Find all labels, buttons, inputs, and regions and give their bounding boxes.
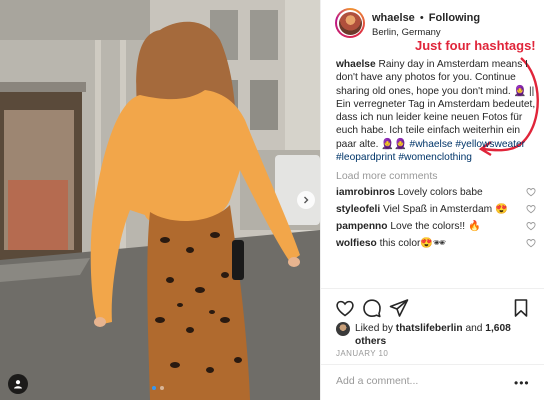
user-tag-icon bbox=[14, 380, 22, 389]
hashtag-link[interactable]: #whaelse bbox=[410, 139, 453, 150]
annotation-text: Just four hashtags! bbox=[415, 38, 536, 53]
photo-scene bbox=[0, 0, 320, 400]
comment-text: Lovely colors babe bbox=[397, 187, 483, 198]
comment-username[interactable]: styleofeli bbox=[336, 204, 380, 215]
comment-heart-icon[interactable] bbox=[526, 187, 536, 197]
comment-text: Love the colors!! 🔥 bbox=[390, 221, 481, 232]
caption-username[interactable]: whaelse bbox=[336, 59, 376, 70]
share-icon[interactable] bbox=[389, 298, 409, 318]
section-divider bbox=[321, 364, 544, 365]
header-user-line: whaelse • Following bbox=[372, 12, 480, 24]
carousel-dot-active bbox=[152, 386, 156, 390]
likes-summary: Liked by thatslifeberlin and 1,608 other… bbox=[336, 320, 536, 348]
heart-icon[interactable] bbox=[335, 298, 355, 318]
likes-first-user[interactable]: thatslifeberlin bbox=[396, 323, 463, 334]
section-divider bbox=[321, 288, 544, 289]
post-caption: whaelse Rainy day in Amsterdam means I d… bbox=[336, 58, 536, 164]
comment-text: Viel Spaß in Amsterdam 😍 bbox=[383, 204, 508, 215]
more-options-button[interactable]: ••• bbox=[514, 376, 530, 390]
post-date[interactable]: JANUARY 10 bbox=[336, 349, 388, 358]
comment-heart-icon[interactable] bbox=[526, 204, 536, 214]
post-side-panel: whaelse • Following Berlin, Germany Just… bbox=[320, 0, 544, 400]
avatar[interactable] bbox=[336, 322, 350, 336]
comment-heart-icon[interactable] bbox=[526, 221, 536, 231]
comment-item: iamrobinros Lovely colors babe bbox=[336, 186, 536, 203]
comment-username[interactable]: pampenno bbox=[336, 221, 388, 232]
user-tag-button[interactable] bbox=[8, 374, 28, 394]
chevron-right-icon bbox=[304, 196, 309, 204]
location-link[interactable]: Berlin, Germany bbox=[372, 27, 441, 38]
likes-conjunction: and bbox=[465, 323, 483, 334]
comment-heart-icon[interactable] bbox=[526, 238, 536, 248]
carousel-dot bbox=[160, 386, 164, 390]
caption-text: Rainy day in Amsterdam means I don't hav… bbox=[336, 59, 536, 150]
add-comment-input[interactable]: Add a comment... bbox=[336, 375, 418, 387]
comment-item: pampenno Love the colors!! 🔥 bbox=[336, 220, 536, 237]
following-button[interactable]: Following bbox=[429, 12, 480, 24]
hashtag-link[interactable]: #leopardprint bbox=[336, 152, 395, 163]
header-separator: • bbox=[419, 12, 424, 24]
comment-list: iamrobinros Lovely colors babe styleofel… bbox=[336, 186, 536, 254]
load-more-comments-button[interactable]: Load more comments bbox=[336, 170, 438, 182]
comment-username[interactable]: iamrobinros bbox=[336, 187, 395, 198]
comment-item: wolfieso this color😍🕶 bbox=[336, 237, 536, 254]
post-photo[interactable] bbox=[0, 0, 320, 400]
bookmark-icon[interactable] bbox=[511, 298, 531, 318]
comment-item: styleofeli Viel Spaß in Amsterdam 😍 bbox=[336, 203, 536, 220]
hashtag-link[interactable]: #womenclothing bbox=[398, 152, 472, 163]
carousel-next-button[interactable] bbox=[297, 191, 315, 209]
likes-prefix: Liked by bbox=[355, 323, 393, 334]
comment-username[interactable]: wolfieso bbox=[336, 238, 377, 249]
avatar[interactable] bbox=[335, 8, 365, 38]
hashtag-link[interactable]: #yellowsweater bbox=[455, 139, 525, 150]
likes-text: Liked by thatslifeberlin and 1,608 other… bbox=[355, 322, 535, 348]
comment-icon[interactable] bbox=[362, 298, 382, 318]
carousel-indicator bbox=[152, 386, 164, 390]
header-username[interactable]: whaelse bbox=[372, 12, 415, 24]
comment-text: this color😍🕶 bbox=[379, 238, 446, 249]
action-bar bbox=[321, 296, 544, 320]
